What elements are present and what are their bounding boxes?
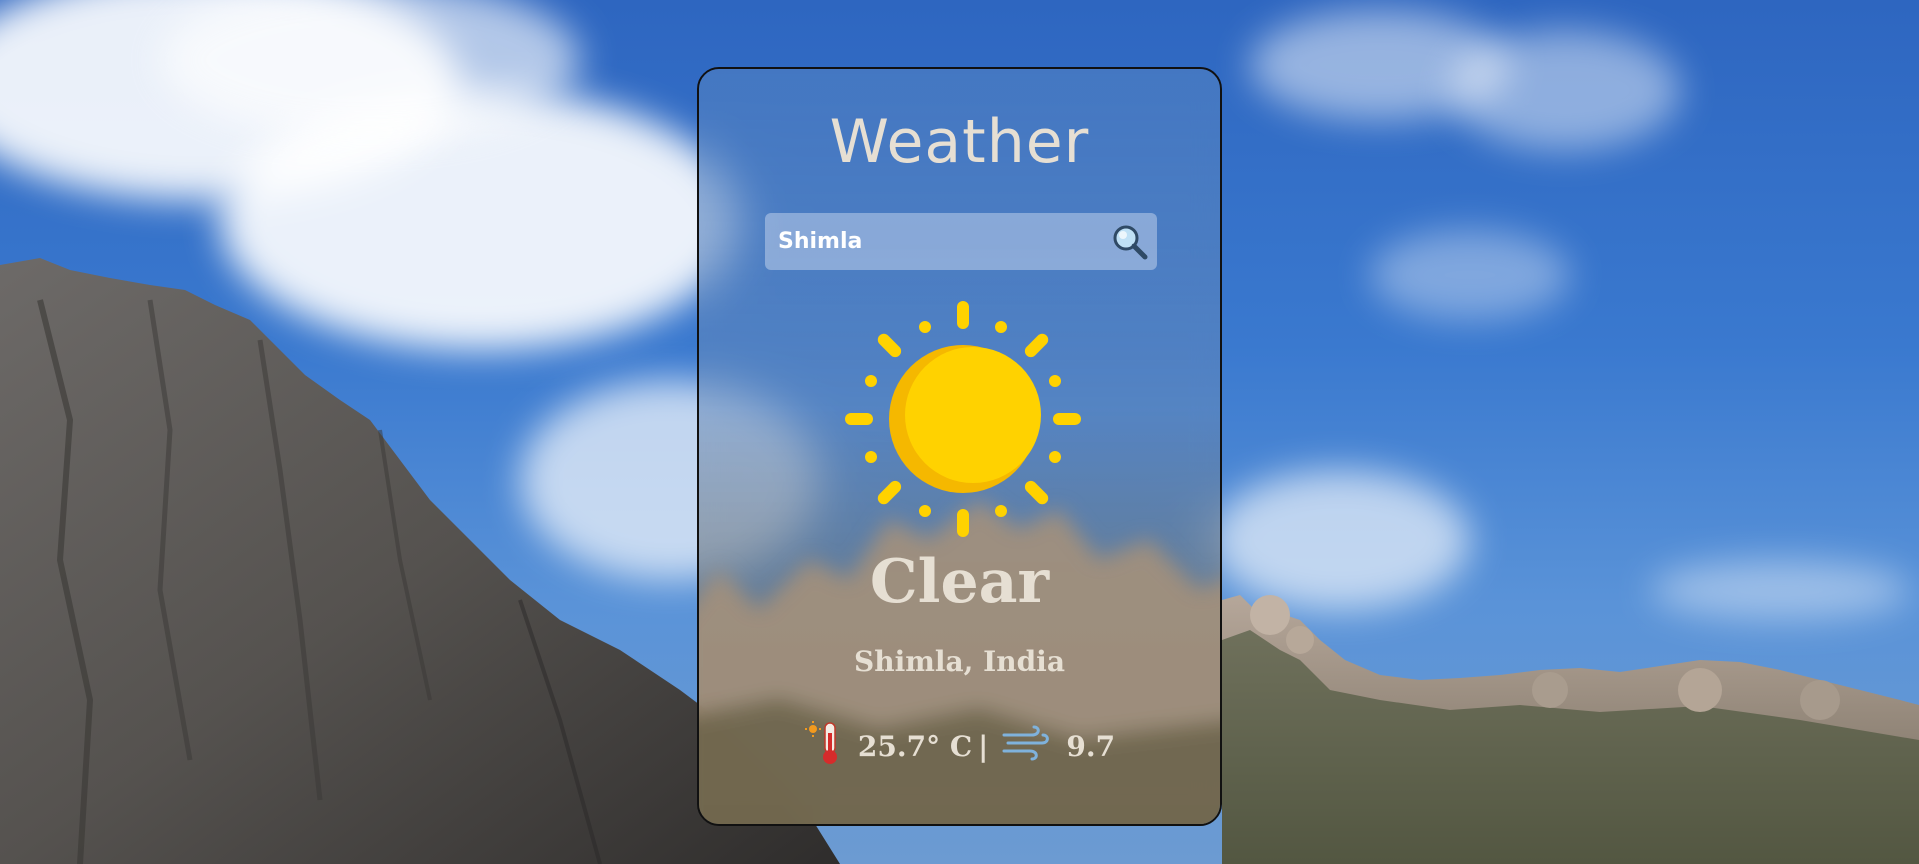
search-input[interactable] bbox=[765, 213, 1095, 270]
search-button[interactable] bbox=[1109, 221, 1151, 263]
weather-card: Weather Shimla Clear Shimla, India 25.7°… bbox=[697, 67, 1222, 826]
weather-condition: Clear bbox=[869, 547, 1050, 617]
stats-separator: | bbox=[978, 729, 989, 763]
search-bar bbox=[765, 213, 1157, 270]
temperature-value: 25.7° C bbox=[857, 729, 973, 763]
wind-icon bbox=[1002, 725, 1050, 768]
thermometer-icon bbox=[804, 719, 844, 774]
sun-icon bbox=[845, 301, 1081, 537]
wind-speed-value: 9.7 bbox=[1066, 729, 1116, 763]
magnifier-icon bbox=[1113, 225, 1148, 260]
weather-stats: 25.7° C | 9.7 bbox=[699, 719, 1220, 774]
weather-location: Shimla, India bbox=[854, 645, 1065, 678]
app-title: Weather bbox=[829, 107, 1090, 177]
